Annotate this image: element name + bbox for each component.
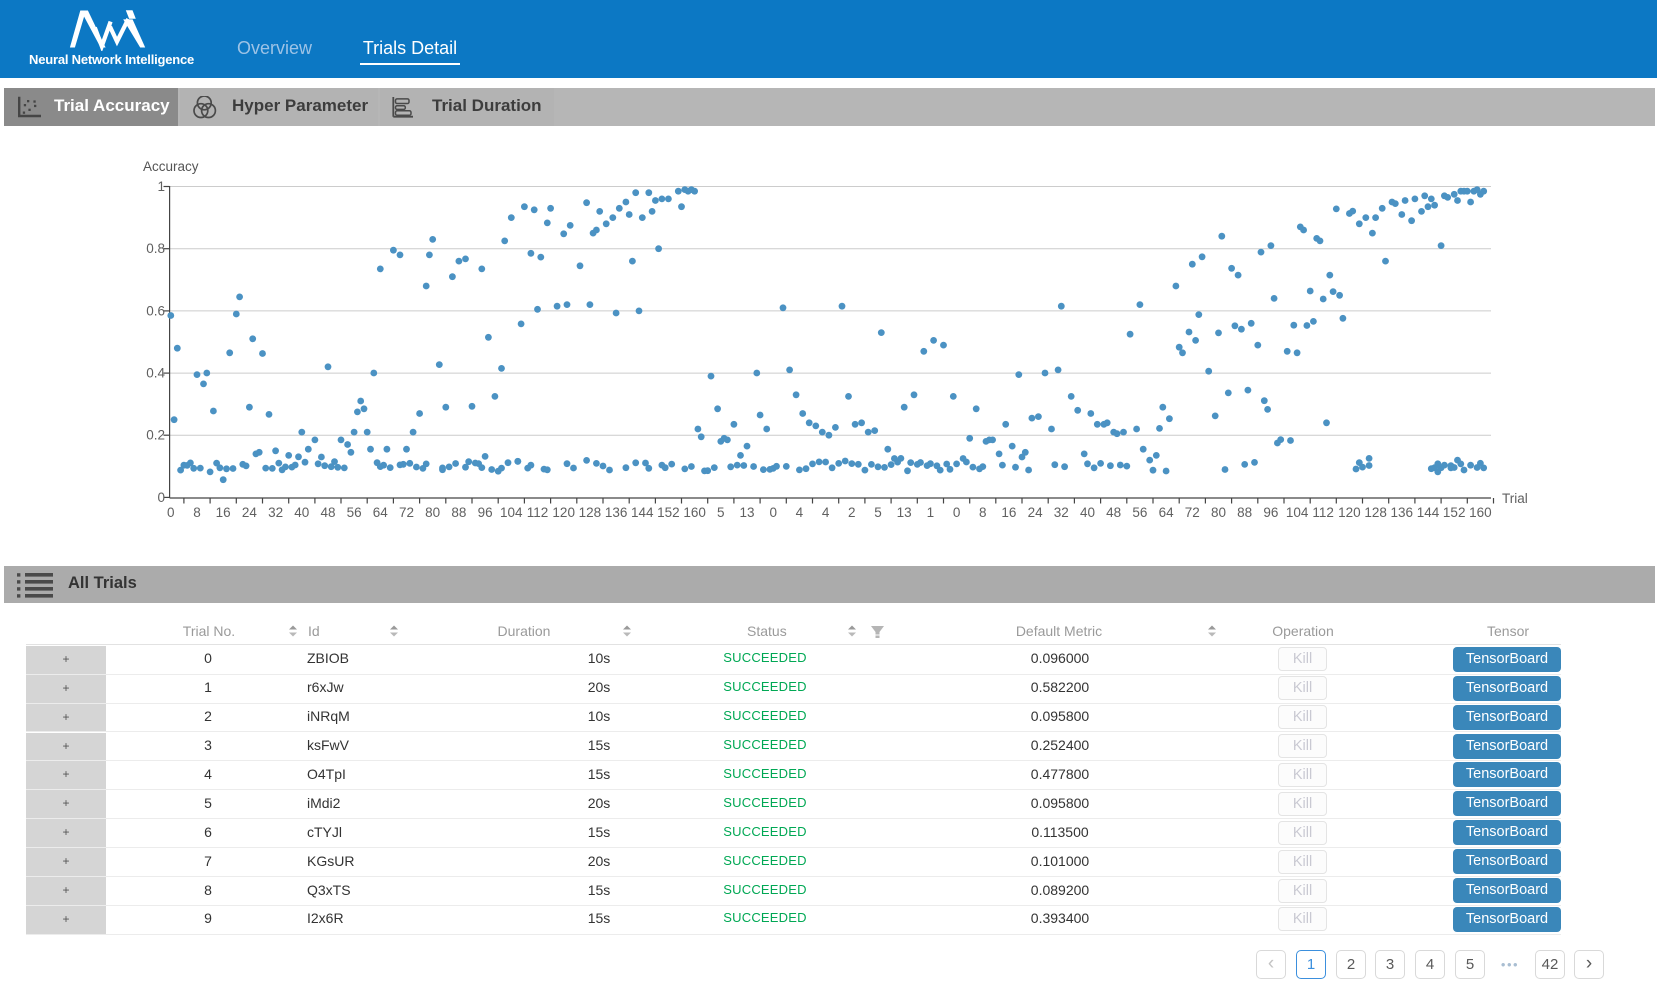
svg-text:4: 4: [796, 505, 804, 520]
svg-text:64: 64: [373, 505, 389, 520]
svg-text:8: 8: [979, 505, 987, 520]
svg-text:64: 64: [1159, 505, 1175, 520]
svg-text:56: 56: [347, 505, 362, 520]
svg-text:80: 80: [1211, 505, 1226, 520]
svg-text:13: 13: [739, 505, 754, 520]
svg-text:136: 136: [605, 505, 628, 520]
svg-text:0.6: 0.6: [146, 303, 165, 318]
svg-text:112: 112: [527, 505, 549, 520]
svg-text:104: 104: [1286, 505, 1309, 520]
svg-text:Trial: Trial: [1502, 491, 1528, 506]
svg-text:120: 120: [1338, 505, 1361, 520]
svg-text:160: 160: [1469, 505, 1492, 520]
svg-text:88: 88: [1237, 505, 1252, 520]
svg-text:56: 56: [1132, 505, 1147, 520]
svg-text:0.2: 0.2: [146, 428, 165, 443]
svg-text:128: 128: [579, 505, 602, 520]
svg-text:112: 112: [1312, 505, 1334, 520]
svg-text:0: 0: [953, 505, 961, 520]
svg-text:32: 32: [1054, 505, 1069, 520]
svg-text:96: 96: [1263, 505, 1278, 520]
svg-text:1: 1: [157, 179, 165, 194]
svg-text:Accuracy: Accuracy: [143, 159, 199, 174]
svg-text:1: 1: [927, 505, 935, 520]
svg-text:5: 5: [717, 505, 725, 520]
svg-text:2: 2: [848, 505, 856, 520]
svg-text:144: 144: [631, 505, 654, 520]
svg-text:8: 8: [193, 505, 201, 520]
svg-text:0.8: 0.8: [146, 241, 165, 256]
svg-text:5: 5: [874, 505, 882, 520]
svg-text:0.4: 0.4: [146, 366, 165, 381]
svg-text:128: 128: [1364, 505, 1387, 520]
svg-text:13: 13: [897, 505, 912, 520]
svg-text:144: 144: [1417, 505, 1440, 520]
svg-text:48: 48: [320, 505, 335, 520]
svg-text:0: 0: [167, 505, 175, 520]
svg-text:32: 32: [268, 505, 283, 520]
svg-text:24: 24: [242, 505, 258, 520]
svg-text:0: 0: [769, 505, 777, 520]
svg-text:104: 104: [500, 505, 523, 520]
svg-text:16: 16: [216, 505, 231, 520]
svg-text:4: 4: [822, 505, 830, 520]
svg-text:88: 88: [451, 505, 466, 520]
svg-text:72: 72: [399, 505, 414, 520]
svg-text:152: 152: [657, 505, 680, 520]
svg-text:80: 80: [425, 505, 440, 520]
svg-text:16: 16: [1001, 505, 1016, 520]
svg-text:40: 40: [294, 505, 309, 520]
svg-text:160: 160: [683, 505, 706, 520]
svg-text:40: 40: [1080, 505, 1095, 520]
svg-text:96: 96: [478, 505, 493, 520]
svg-text:152: 152: [1443, 505, 1466, 520]
svg-text:0: 0: [157, 490, 165, 505]
svg-text:72: 72: [1185, 505, 1200, 520]
svg-text:120: 120: [552, 505, 575, 520]
svg-text:48: 48: [1106, 505, 1121, 520]
svg-text:136: 136: [1391, 505, 1414, 520]
svg-text:24: 24: [1028, 505, 1044, 520]
